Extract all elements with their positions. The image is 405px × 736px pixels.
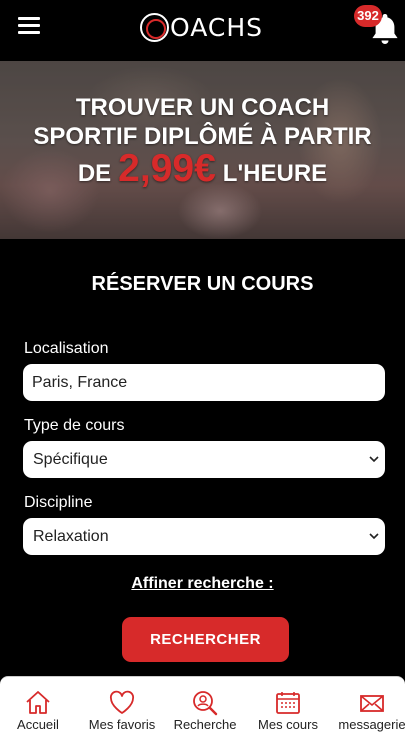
tab-label: Recherche: [173, 717, 237, 732]
hero-banner: TROUVER UN COACH SPORTIF DIPLÔMÉ À PARTI…: [0, 61, 405, 239]
home-icon: [26, 691, 50, 714]
hero-line-3: DE 2,99€ L'HEURE: [0, 147, 405, 190]
tab-messagerie[interactable]: messagerie: [334, 677, 405, 736]
course-type-label: Type de cours: [24, 417, 125, 434]
booking-form-title: RÉSERVER UN COURS: [91, 273, 314, 295]
location-input[interactable]: Paris, France: [23, 364, 385, 401]
discipline-value: Relaxation: [33, 528, 109, 545]
hero-price: 2,99€: [118, 147, 216, 190]
tab-accueil[interactable]: Accueil: [2, 677, 74, 736]
notification-count-badge: 392: [354, 5, 382, 27]
location-label: Localisation: [24, 340, 109, 357]
chevron-down-icon: [369, 456, 379, 463]
tab-label: Mes cours: [258, 717, 318, 732]
tab-label: messagerie: [338, 717, 405, 732]
search-coach-icon: [193, 691, 218, 716]
tab-label: Mes favoris: [88, 717, 156, 732]
hero-line-3-prefix: DE: [77, 160, 112, 187]
refine-search-link[interactable]: Affiner recherche :: [0, 575, 405, 593]
tab-mes-favoris[interactable]: Mes favoris: [82, 677, 162, 736]
hero-line-3-suffix: L'HEURE: [222, 160, 328, 187]
course-type-value: Spécifique: [33, 451, 108, 468]
calendar-icon: [276, 692, 300, 714]
hero-headline: TROUVER UN COACH SPORTIF DIPLÔMÉ À PARTI…: [0, 93, 405, 188]
tab-mes-cours[interactable]: Mes cours: [252, 677, 324, 736]
envelope-icon: [360, 695, 384, 712]
course-type-select[interactable]: Spécifique: [23, 441, 385, 478]
logo-text: OACHS: [170, 12, 264, 42]
hero-line-1: TROUVER UN COACH: [75, 94, 330, 121]
bottom-tab-bar: Accueil Mes favoris Recherche Mes cours …: [0, 676, 405, 736]
search-button[interactable]: RECHERCHER: [122, 617, 289, 662]
hamburger-menu-icon[interactable]: [18, 16, 42, 36]
tab-recherche[interactable]: Recherche: [168, 677, 242, 736]
discipline-select[interactable]: Relaxation: [23, 518, 385, 555]
discipline-label: Discipline: [24, 494, 93, 511]
tab-label: Accueil: [17, 717, 59, 732]
top-bar: OACHS 392: [0, 0, 405, 61]
chevron-down-icon: [369, 533, 379, 540]
app-logo[interactable]: OACHS: [140, 10, 263, 44]
heart-icon: [110, 690, 134, 714]
logo-c-mark: [140, 12, 169, 42]
